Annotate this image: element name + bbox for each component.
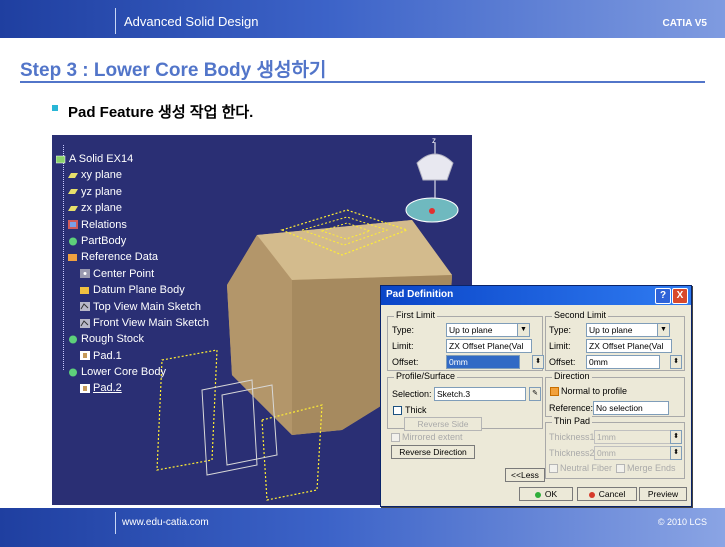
second-limit-limit-field[interactable]: ZX Offset Plane(Val — [586, 339, 672, 353]
header-banner: Advanced Solid Design CATIA V5 — [0, 0, 725, 38]
tree-item[interactable]: PartBody — [56, 233, 126, 249]
profile-selection-field[interactable]: Sketch.3 — [434, 387, 526, 401]
geometric-set-icon — [68, 253, 77, 261]
plane-icon — [68, 172, 78, 178]
svg-text:z: z — [432, 136, 436, 145]
compass-icon: z — [405, 136, 459, 223]
cancel-icon — [588, 491, 595, 498]
second-limit-type-select[interactable]: Up to plane ▼ — [586, 323, 670, 337]
close-button[interactable]: X — [672, 288, 688, 304]
bullet-text: Pad Feature 생성 작업 한다. — [68, 104, 254, 121]
tree-item[interactable]: Relations — [56, 217, 127, 233]
thickness1-spinner-icon[interactable]: ⬍ — [670, 430, 682, 444]
offset-spinner-icon[interactable]: ⬍ — [670, 355, 682, 369]
tree-item[interactable]: Front View Main Sketch — [56, 315, 209, 331]
plane-icon — [68, 205, 78, 211]
tree-item[interactable]: A Solid EX14 — [56, 151, 133, 167]
sketch-edit-icon[interactable]: ✎ — [529, 387, 541, 401]
body-icon — [69, 368, 77, 377]
sketch-icon — [80, 302, 90, 312]
tree-item[interactable]: Reference Data — [56, 249, 158, 265]
direction-group: Direction Normal to profile Reference: N… — [545, 371, 685, 417]
tree-item[interactable]: Top View Main Sketch — [56, 299, 201, 315]
preview-button[interactable]: Preview — [639, 487, 687, 501]
first-limit-limit-field[interactable]: ZX Offset Plane(Val — [446, 339, 532, 353]
chevron-down-icon: ▼ — [517, 324, 529, 336]
chevron-down-icon: ▼ — [657, 324, 669, 336]
tree-item[interactable]: zx plane — [56, 200, 122, 216]
tree-item[interactable]: Center Point — [56, 266, 154, 282]
specification-tree: A Solid EX14 xy plane yz plane zx plane … — [56, 151, 209, 397]
second-limit-offset-field[interactable]: 0mm — [586, 355, 660, 369]
ok-icon — [534, 491, 541, 498]
first-limit-type-select[interactable]: Up to plane ▼ — [446, 323, 530, 337]
body-icon — [80, 286, 89, 294]
thin-pad-group: Thin Pad Thickness1: 1mm ⬍ Thickness2: 0… — [545, 416, 685, 479]
tree-item[interactable]: yz plane — [56, 184, 122, 200]
body-icon — [69, 335, 77, 344]
second-limit-group: Second Limit Type: Up to plane ▼ Limit: Z… — [545, 310, 685, 371]
profile-surface-group: Profile/Surface Selection: Sketch.3 ✎ Th… — [387, 371, 543, 431]
cancel-button[interactable]: Cancel — [577, 487, 637, 501]
pad-icon — [80, 351, 90, 361]
ok-button[interactable]: OK — [519, 487, 573, 501]
footer-divider — [115, 512, 116, 534]
part-icon — [56, 155, 66, 163]
first-limit-group: First Limit Type: Up to plane ▼ Limit: ZX… — [387, 310, 544, 371]
header-brand: CATIA V5 — [662, 18, 707, 29]
less-button[interactable]: <<Less — [505, 468, 545, 482]
slide-heading: Step 3 : Lower Core Body 생성하기 — [20, 60, 327, 81]
tree-item[interactable]: xy plane — [56, 167, 122, 183]
point-icon — [80, 269, 90, 279]
pad-definition-dialog: Pad Definition ? X First Limit Type: Up … — [380, 285, 692, 507]
footer-website: www.edu-catia.com — [122, 517, 209, 528]
help-button[interactable]: ? — [655, 288, 671, 304]
tree-item-selected[interactable]: Pad.2 — [56, 380, 122, 396]
relations-icon — [68, 220, 78, 230]
body-icon — [69, 237, 77, 246]
reference-field[interactable]: No selection — [593, 401, 669, 415]
tree-item[interactable]: Datum Plane Body — [56, 282, 185, 298]
dialog-titlebar: Pad Definition ? X — [381, 286, 691, 305]
thickness2-field[interactable]: 0mm — [594, 446, 672, 460]
neutral-fiber-checkbox[interactable] — [549, 464, 558, 473]
bullet-icon — [52, 105, 58, 111]
tree-item[interactable]: Lower Core Body — [56, 364, 166, 380]
mirrored-extent-checkbox[interactable] — [391, 433, 400, 442]
reverse-direction-button[interactable]: Reverse Direction — [391, 445, 475, 459]
tree-item[interactable]: Pad.1 — [56, 348, 122, 364]
plane-icon — [68, 189, 78, 195]
footer-banner: www.edu-catia.com © 2010 LCS — [0, 508, 725, 547]
thick-checkbox[interactable] — [393, 406, 402, 415]
dialog-title: Pad Definition — [386, 289, 454, 300]
sketch-icon — [80, 318, 90, 328]
normal-to-profile-checkbox[interactable] — [550, 387, 559, 396]
header-divider — [115, 8, 116, 34]
offset-spinner-icon[interactable]: ⬍ — [532, 355, 544, 369]
header-title: Advanced Solid Design — [124, 14, 259, 29]
heading-rule — [20, 81, 705, 83]
mirrored-extent-label: Mirrored extent — [402, 432, 463, 442]
footer-copyright: © 2010 LCS — [657, 517, 707, 527]
thickness1-field[interactable]: 1mm — [594, 430, 672, 444]
reverse-side-button[interactable]: Reverse Side — [404, 417, 482, 431]
merge-ends-checkbox[interactable] — [616, 464, 625, 473]
thickness2-spinner-icon[interactable]: ⬍ — [670, 446, 682, 460]
tree-item[interactable]: Rough Stock — [56, 331, 144, 347]
offset-plane — [156, 349, 218, 471]
first-limit-offset-field[interactable]: 0mm — [446, 355, 520, 369]
pad-icon — [80, 384, 90, 394]
